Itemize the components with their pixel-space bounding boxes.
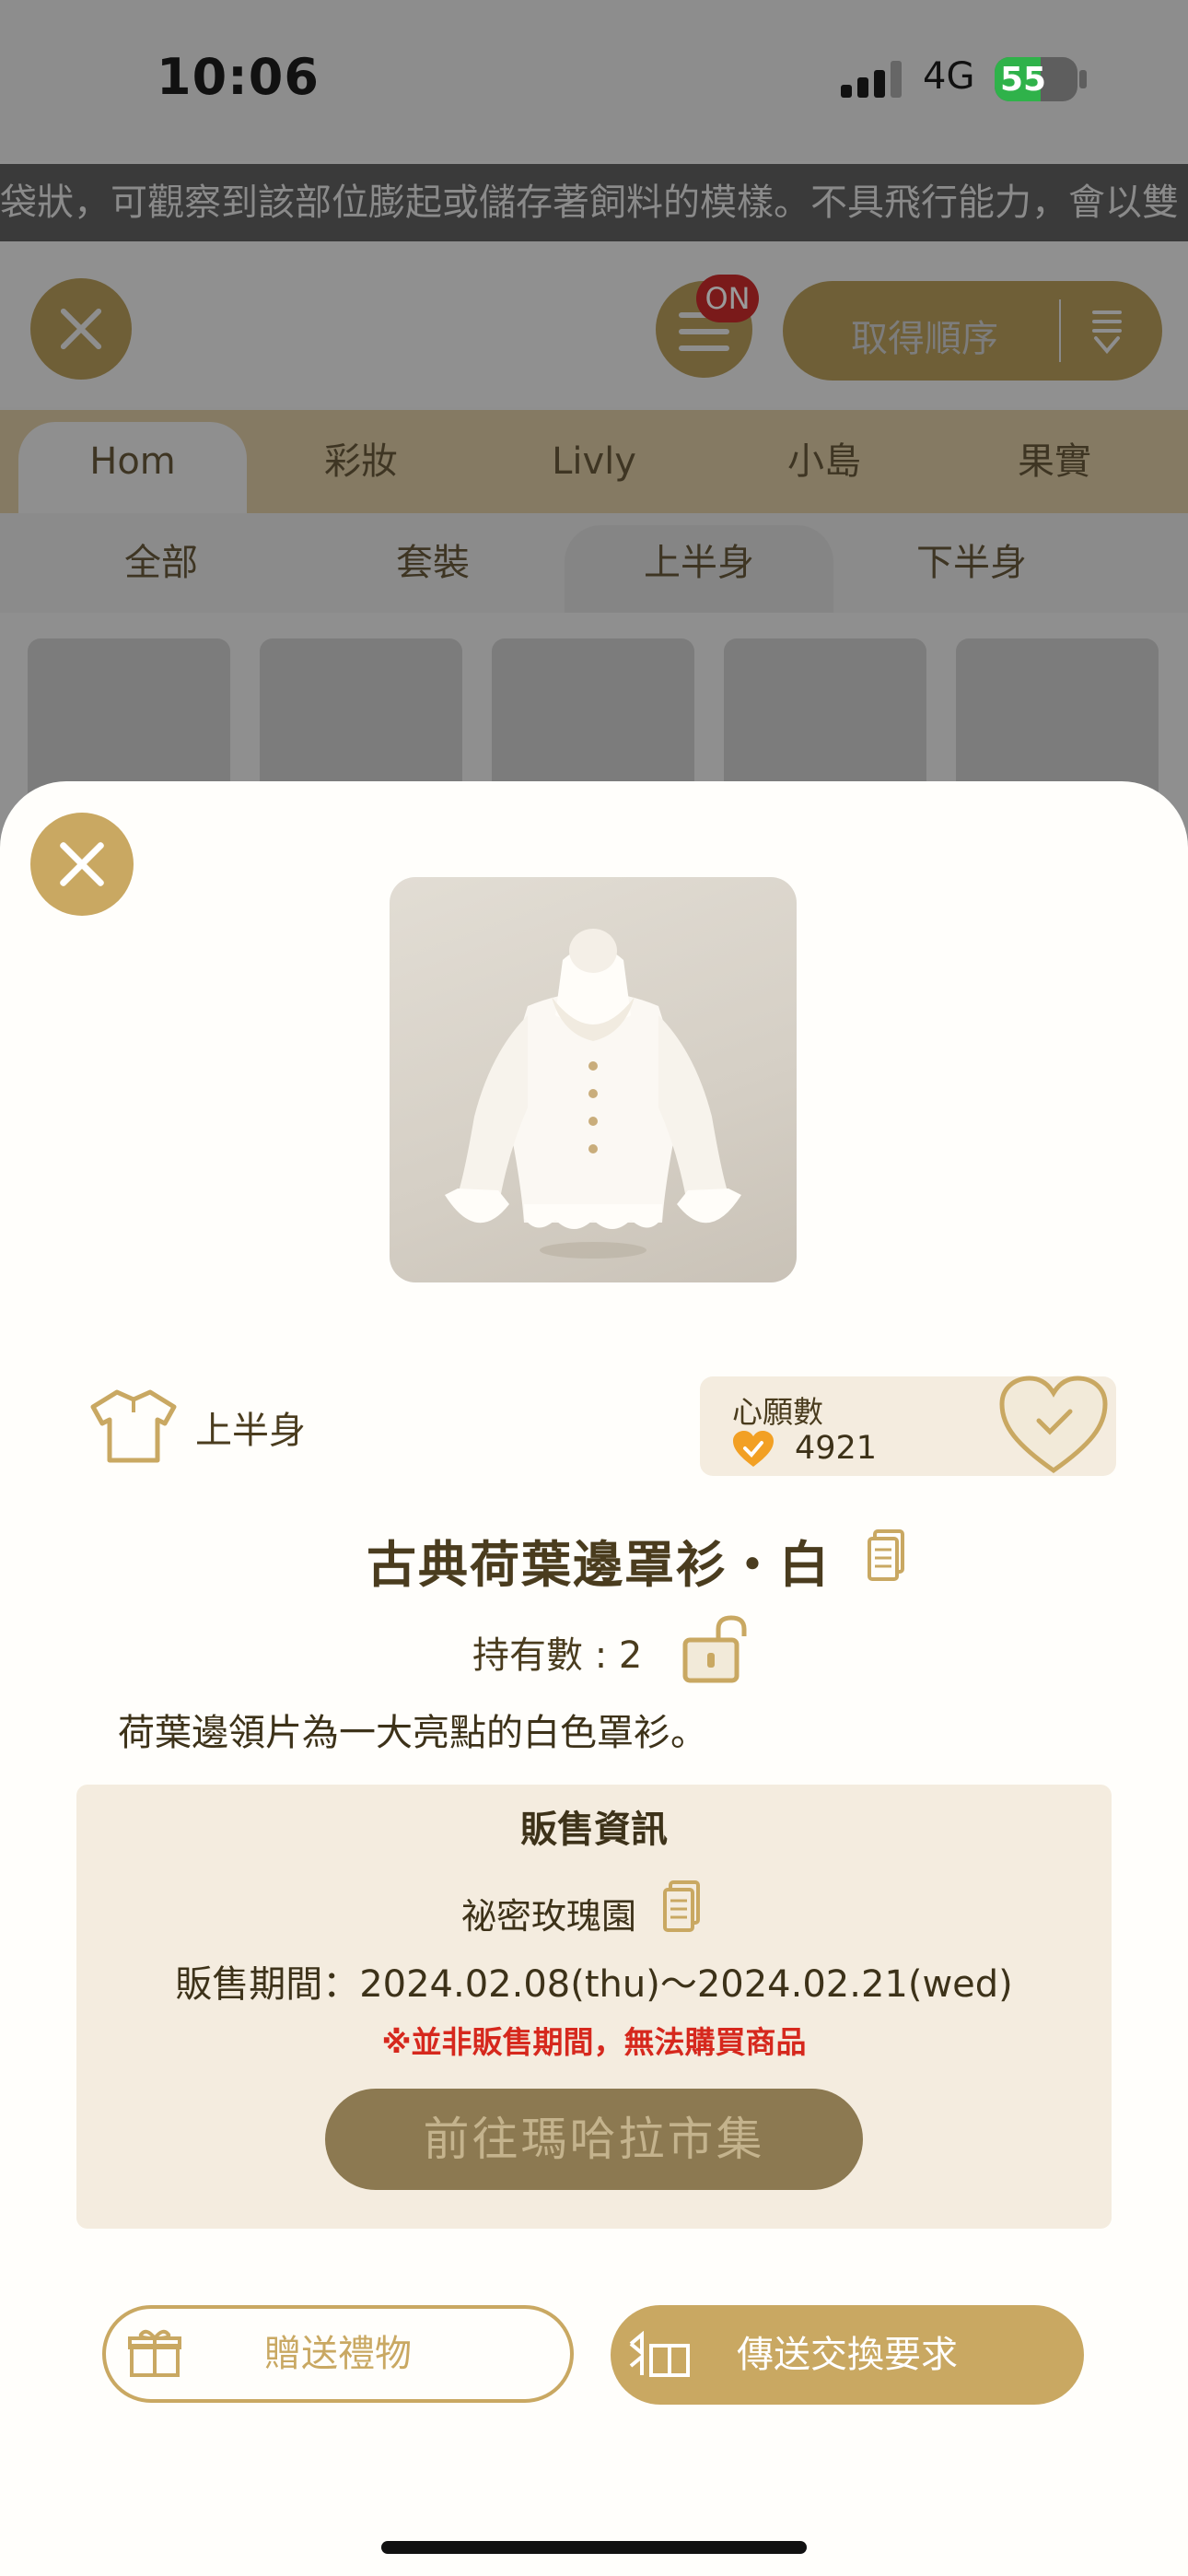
tab-category-3[interactable]: 小島 [709, 410, 939, 513]
back-close-button[interactable] [30, 278, 132, 380]
sort-icon [1092, 310, 1122, 355]
shop-name: 祕密玫瑰園 [461, 1896, 637, 1937]
tab-category-0[interactable]: Hom [18, 410, 247, 513]
sale-warning: ※並非販售期間，無法購買商品 [381, 2024, 807, 2060]
send-trade-request-label: 傳送交換要求 [737, 2334, 958, 2376]
sort-label: 取得順序 [851, 318, 998, 360]
tab-subcategory-0[interactable]: 全部 [0, 513, 322, 613]
document-icon[interactable] [663, 1880, 700, 1932]
blouse-illustration [445, 929, 741, 1259]
network-type: 4G [923, 55, 975, 98]
item-description: 荷葉邊領片為一大亮點的白色罩衫。 [118, 1712, 707, 1754]
tab-subcategory-2[interactable]: 上半身 [565, 513, 833, 613]
status-time: 10:06 [157, 48, 320, 106]
add-wishlist-heart-button[interactable] [996, 1373, 1111, 1476]
close-button[interactable] [30, 813, 134, 916]
shirt-icon [90, 1389, 177, 1463]
unlock-icon[interactable] [681, 1614, 750, 1684]
send-gift-label: 贈送禮物 [264, 2333, 412, 2375]
battery-level: 55 [1000, 61, 1047, 99]
item-title: 古典荷葉邊罩衫・白 [367, 1536, 831, 1594]
wishlist-label: 心願數 [732, 1394, 823, 1430]
tab-subcategory-3[interactable]: 下半身 [833, 513, 1110, 613]
tab-category-1[interactable]: 彩妝 [247, 410, 475, 513]
home-indicator [381, 2541, 807, 2554]
heart-check-icon [733, 1431, 774, 1467]
news-ticker: 袋狀，可觀察到該部位膨起或儲存著飼料的模樣。不具飛行能力，會以雙 [0, 164, 1188, 241]
battery-icon: 55 [995, 57, 1077, 101]
sale-period: 販售期間：2024.02.08(thu)～2024.02.21(wed) [175, 1963, 1013, 2006]
owned-count: 持有數 : 2 [472, 1634, 643, 1677]
send-gift-button[interactable]: 贈送禮物 [102, 2305, 574, 2403]
sort-order-button[interactable]: 取得順序 [783, 281, 1162, 381]
tab-category-4[interactable]: 果實 [939, 410, 1170, 513]
filter-on-badge: ON [696, 275, 759, 322]
ticker-text: 袋狀，可觀察到該部位膨起或儲存著飼料的模樣。不具飛行能力，會以雙 [0, 181, 1179, 224]
send-trade-request-button[interactable]: 傳送交換要求 [611, 2305, 1084, 2405]
go-to-market-button[interactable]: 前往瑪哈拉市集 [325, 2089, 863, 2190]
item-category-label: 上半身 [195, 1410, 306, 1452]
tab-subcategory-1[interactable]: 套裝 [276, 513, 589, 613]
wishlist-count: 4921 [795, 1430, 878, 1467]
signal-icon [841, 61, 905, 98]
item-image [390, 877, 797, 1282]
tab-category-2[interactable]: Livly [479, 410, 709, 513]
status-bar: 10:06 4G 55 [0, 0, 1188, 161]
sale-info-panel: 販售資訊 祕密玫瑰園 販售期間：2024.02.08(thu)～2024.02.… [76, 1785, 1112, 2229]
sale-info-header: 販售資訊 [520, 1809, 668, 1851]
document-icon[interactable] [868, 1529, 904, 1581]
